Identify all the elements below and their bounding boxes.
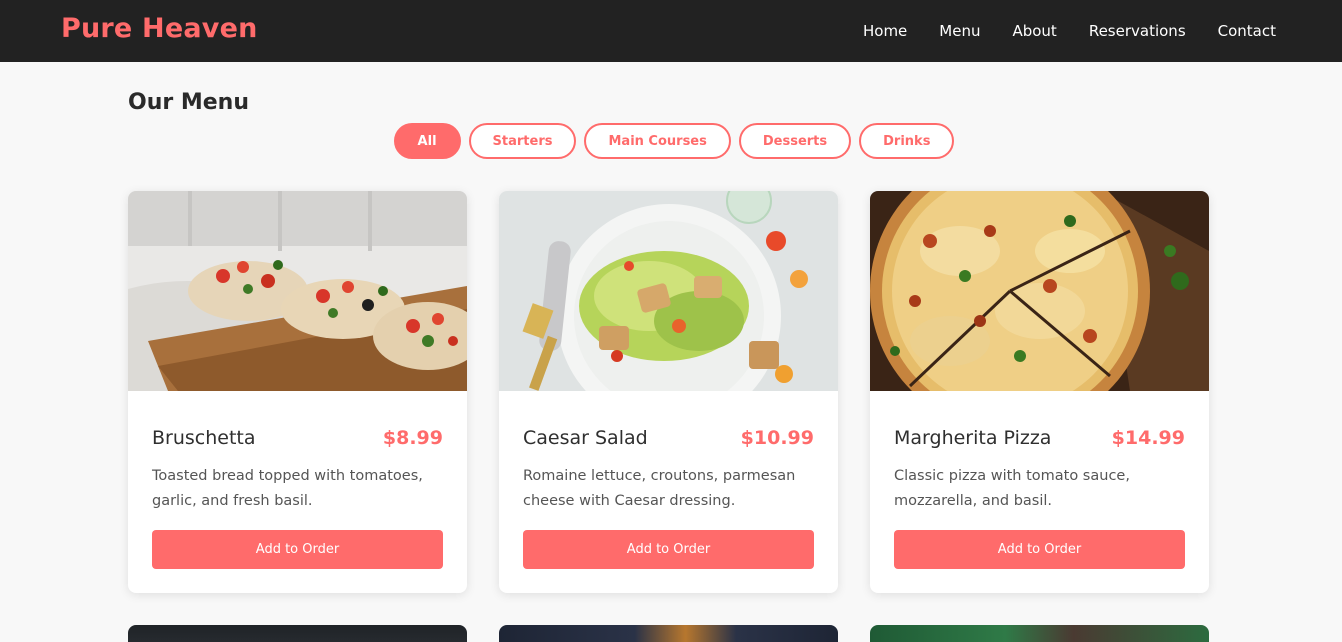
nav-home-link[interactable]: Home <box>863 22 907 40</box>
item-price: $10.99 <box>740 427 814 449</box>
item-price: $8.99 <box>382 427 443 449</box>
add-to-order-button[interactable]: Add to Order <box>152 530 443 569</box>
filter-main-courses-button[interactable]: Main Courses <box>584 123 731 159</box>
item-name: Bruschetta <box>152 427 256 449</box>
menu-card-partial <box>870 625 1209 642</box>
item-description: Classic pizza with tomato sauce, mozzare… <box>894 468 1130 509</box>
margherita-pizza-image <box>870 191 1209 391</box>
add-to-order-button[interactable]: Add to Order <box>894 530 1185 569</box>
nav-about-link[interactable]: About <box>1012 22 1056 40</box>
page-title: Our Menu <box>128 90 250 115</box>
item-name: Caesar Salad <box>523 427 648 449</box>
filter-starters-button[interactable]: Starters <box>468 123 577 159</box>
menu-card: Margherita Pizza $14.99 Classic pizza wi… <box>870 191 1209 593</box>
navbar: Pure Heaven Home Menu About Reservations… <box>0 0 1342 62</box>
filter-drinks-button[interactable]: Drinks <box>859 123 955 159</box>
menu-card: Bruschetta $8.99 Toasted bread topped wi… <box>128 191 467 593</box>
item-description: Toasted bread topped with tomatoes, garl… <box>152 468 423 509</box>
item-price: $14.99 <box>1111 427 1185 449</box>
item-description: Romaine lettuce, croutons, parmesan chee… <box>523 468 796 509</box>
menu-card-partial <box>499 625 838 642</box>
nav-reservations-link[interactable]: Reservations <box>1089 22 1186 40</box>
filter-desserts-button[interactable]: Desserts <box>738 123 852 159</box>
item-name: Margherita Pizza <box>894 427 1052 449</box>
nav-menu-link[interactable]: Menu <box>939 22 980 40</box>
caesar-salad-image <box>499 191 838 391</box>
add-to-order-button[interactable]: Add to Order <box>523 530 814 569</box>
bruschetta-image <box>128 191 467 391</box>
nav-contact-link[interactable]: Contact <box>1218 22 1276 40</box>
nav-links: Home Menu About Reservations Contact <box>863 22 1276 40</box>
category-filters: All Starters Main Courses Desserts Drink… <box>0 123 1342 159</box>
menu-card-partial <box>128 625 467 642</box>
menu-card: Caesar Salad $10.99 Romaine lettuce, cro… <box>499 191 838 593</box>
filter-all-button[interactable]: All <box>393 123 461 159</box>
brand-logo[interactable]: Pure Heaven <box>61 13 258 44</box>
